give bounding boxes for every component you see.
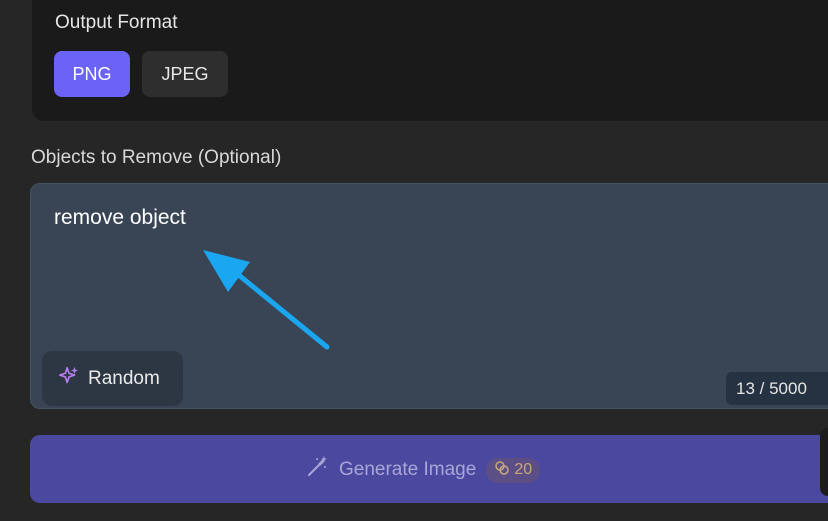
random-button[interactable]: Random	[42, 351, 183, 406]
coins-icon	[494, 460, 510, 481]
character-counter: 13 / 5000	[726, 372, 828, 405]
format-jpeg-button[interactable]: JPEG	[142, 51, 228, 97]
credit-cost-value: 20	[514, 461, 533, 478]
objects-to-remove-value: remove object	[54, 206, 186, 229]
objects-to-remove-label: Objects to Remove (Optional)	[31, 147, 282, 168]
random-button-label: Random	[88, 367, 160, 389]
generate-image-content: Generate Image 20	[305, 455, 541, 485]
generate-image-label: Generate Image	[339, 459, 477, 480]
side-panel-edge	[820, 428, 828, 496]
format-png-button[interactable]: PNG	[54, 51, 130, 97]
page: Output Format PNG JPEG Objects to Remove…	[0, 0, 828, 521]
output-format-label: Output Format	[55, 12, 178, 33]
magic-wand-icon	[305, 455, 329, 485]
sparkles-icon	[58, 365, 80, 393]
credit-cost-badge: 20	[486, 457, 541, 483]
